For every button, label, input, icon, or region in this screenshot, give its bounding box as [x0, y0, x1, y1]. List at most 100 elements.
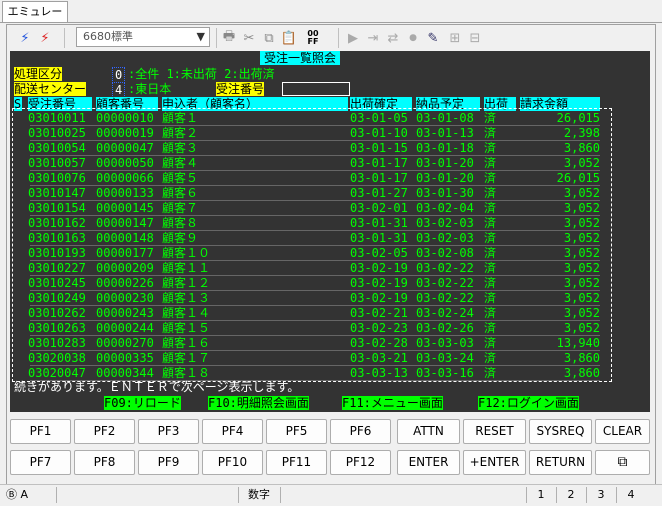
cell-amount: 3,860 — [563, 351, 600, 365]
cell-shipped-flag: 済 — [484, 366, 497, 380]
macro-edit-icon[interactable]: ✎ — [424, 29, 442, 47]
cell-order-no: 03020038 — [28, 351, 86, 365]
tab-bar: エミュレータ — [0, 0, 662, 38]
pf7-button[interactable]: PF7 — [10, 450, 71, 475]
cell-delivery-date: 03-02-22 — [416, 276, 474, 290]
cell-amount: 3,860 — [563, 141, 600, 155]
cell-amount: 3,052 — [563, 276, 600, 290]
restore-window-button[interactable]: ⧉ — [595, 450, 650, 475]
fkey-f11[interactable]: F11:メニュー画面 — [342, 396, 443, 410]
cell-shipped-flag: 済 — [484, 156, 497, 170]
cell-delivery-date: 03-03-16 — [416, 366, 474, 380]
cell-shipped-flag: 済 — [484, 201, 497, 215]
cell-order-no: 03010057 — [28, 156, 86, 170]
copy-icon[interactable]: ⧉ — [260, 29, 278, 47]
cell-amount: 3,052 — [563, 306, 600, 320]
cell-order-no: 03010263 — [28, 321, 86, 335]
cell-delivery-date: 03-02-08 — [416, 246, 474, 260]
cell-amount: 3,052 — [563, 321, 600, 335]
cell-amount: 26,015 — [556, 111, 600, 125]
cell-order-no: 03010025 — [28, 126, 86, 140]
disconnect-icon[interactable]: ⚡ — [36, 29, 54, 47]
pf1-button[interactable]: PF1 — [10, 419, 71, 444]
pf3-button[interactable]: PF3 — [138, 419, 199, 444]
play-icon[interactable]: ▶ — [344, 29, 362, 47]
clear-button[interactable]: CLEAR — [595, 419, 650, 444]
cell-delivery-date: 03-02-04 — [416, 201, 474, 215]
attn-button[interactable]: ATTN — [397, 419, 460, 444]
session-2[interactable]: 2 — [556, 487, 585, 503]
process-input[interactable]: 0 — [112, 67, 126, 83]
ff-hex-icon[interactable]: 00 FF — [302, 29, 324, 47]
cell-amount: 3,052 — [563, 291, 600, 305]
record-icon[interactable]: ● — [404, 29, 422, 47]
center-input[interactable]: 4 — [112, 82, 126, 98]
paste-icon[interactable]: 📋 — [280, 29, 298, 47]
cell-shipped-flag: 済 — [484, 171, 497, 185]
cell-ship-date: 03-02-28 — [350, 336, 408, 350]
tab-emulator[interactable]: エミュレータ — [2, 1, 68, 38]
session-3[interactable]: 3 — [586, 487, 615, 503]
session-1[interactable]: 1 — [526, 487, 555, 503]
cell-shipped-flag: 済 — [484, 276, 497, 290]
cell-ship-date: 03-01-15 — [350, 141, 408, 155]
pf11-button[interactable]: PF11 — [266, 450, 327, 475]
cell-customer-no: 00000335 — [96, 351, 154, 365]
status-indicator: Ⓑ A — [6, 488, 29, 501]
cell-shipped-flag: 済 — [484, 186, 497, 200]
pause-icon[interactable]: ⇄ — [384, 29, 402, 47]
cell-ship-date: 03-01-17 — [350, 171, 408, 185]
connect-icon[interactable]: ⚡ — [16, 29, 34, 47]
fkey-f10[interactable]: F10:明細照会画面 — [208, 396, 309, 410]
cell-delivery-date: 03-02-03 — [416, 216, 474, 230]
cell-delivery-date: 03-01-20 — [416, 171, 474, 185]
screen-title: 受注一覧照会 — [260, 51, 341, 65]
cut-icon[interactable]: ✂ — [240, 29, 258, 47]
cell-customer-no: 00000050 — [96, 156, 154, 170]
cell-customer-name: 顧客３ — [162, 141, 199, 155]
cell-shipped-flag: 済 — [484, 351, 497, 365]
macro-run-icon[interactable]: ⊟ — [466, 29, 484, 47]
pf12-button[interactable]: PF12 — [330, 450, 391, 475]
enter-button[interactable]: ENTER — [397, 450, 460, 475]
pf5-button[interactable]: PF5 — [266, 419, 327, 444]
cell-customer-no: 00000147 — [96, 216, 154, 230]
cell-customer-name: 顧客１１ — [162, 261, 211, 275]
session-4[interactable]: 4 — [616, 487, 645, 503]
pf8-button[interactable]: PF8 — [74, 450, 135, 475]
cell-customer-no: 00000209 — [96, 261, 154, 275]
process-options: :全件 1:未出荷 2:出荷済 — [128, 67, 275, 81]
pf2-button[interactable]: PF2 — [74, 419, 135, 444]
cell-order-no: 03010147 — [28, 186, 86, 200]
cell-order-no: 03020047 — [28, 366, 86, 380]
print-icon[interactable]: 🖶 — [220, 29, 238, 47]
fkey-f12[interactable]: F12:ログイン画面 — [478, 396, 579, 410]
sysreq-button[interactable]: SYSREQ — [529, 419, 592, 444]
cell-customer-no: 00000066 — [96, 171, 154, 185]
cell-shipped-flag: 済 — [484, 126, 497, 140]
cell-amount: 3,052 — [563, 246, 600, 260]
fkey-f09[interactable]: F09:リロード — [104, 396, 181, 410]
pf4-button[interactable]: PF4 — [202, 419, 263, 444]
cell-ship-date: 03-02-19 — [350, 291, 408, 305]
step-icon[interactable]: ⇥ — [364, 29, 382, 47]
terminal-screen[interactable]: 受注一覧照会 処理区分 0 :全件 1:未出荷 2:出荷済 配送センター 4 :… — [10, 51, 650, 412]
plus-enter-button[interactable]: +ENTER — [463, 450, 526, 475]
pf9-button[interactable]: PF9 — [138, 450, 199, 475]
cell-customer-no: 00000177 — [96, 246, 154, 260]
return-button[interactable]: RETURN — [529, 450, 592, 475]
cell-delivery-date: 03-01-18 — [416, 141, 474, 155]
toolbar: ⚡ ⚡ 6680標準 ▼ 🖶 ✂ ⧉ 📋 00 FF ▶ ⇥ ⇄ ● ✎ ⊞ ⊟ — [8, 25, 652, 51]
order-no-input[interactable] — [282, 82, 350, 96]
pf6-button[interactable]: PF6 — [330, 419, 391, 444]
pf10-button[interactable]: PF10 — [202, 450, 263, 475]
cell-customer-name: 顧客１ — [162, 111, 199, 125]
reset-button[interactable]: RESET — [463, 419, 526, 444]
center-name: :東日本 — [128, 82, 172, 96]
cell-delivery-date: 03-02-22 — [416, 291, 474, 305]
macro-list-icon[interactable]: ⊞ — [446, 29, 464, 47]
status-blank — [280, 487, 525, 503]
cell-amount: 2,398 — [563, 126, 600, 140]
status-input-mode: 数字 — [238, 487, 279, 503]
keyboard-map-select[interactable]: 6680標準 ▼ — [76, 27, 210, 47]
